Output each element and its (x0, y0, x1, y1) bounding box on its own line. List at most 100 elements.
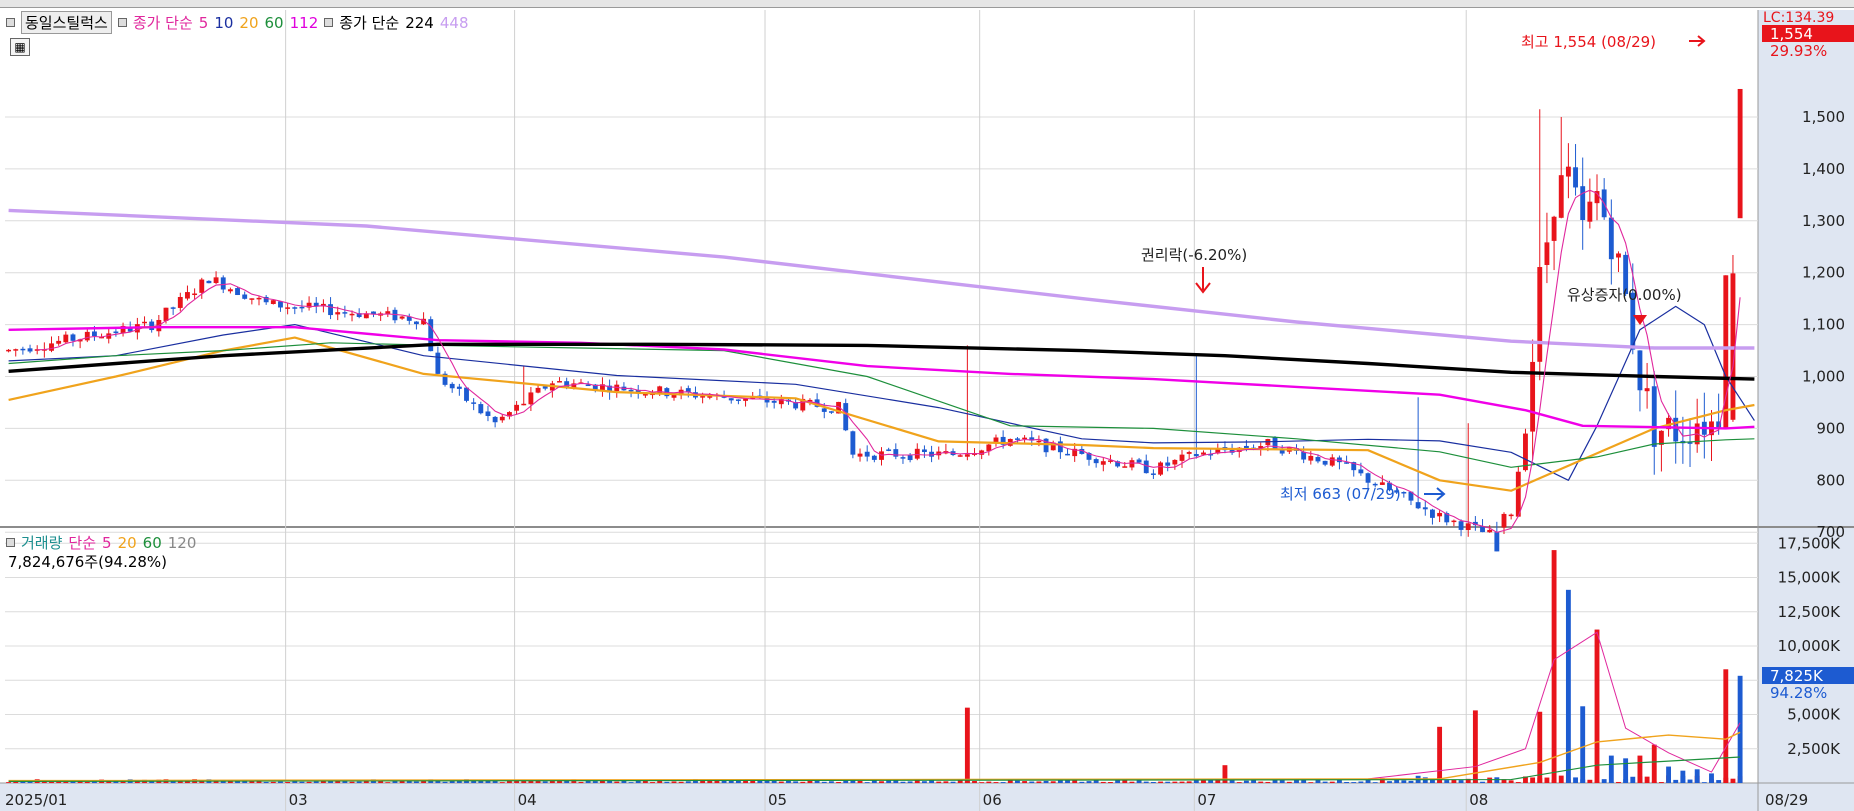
candle-body (84, 331, 90, 341)
candle-body (843, 403, 849, 431)
volume-bar (1544, 777, 1550, 783)
volume-bar (313, 781, 319, 783)
candle-body (485, 411, 491, 417)
ma-period-5: 5 (198, 13, 209, 32)
candle-body (1272, 437, 1278, 450)
volume-bar (578, 781, 584, 783)
volume-bar (1186, 781, 1192, 783)
volume-bar (1537, 711, 1543, 783)
volume-bar (1573, 777, 1578, 783)
candle-body (1143, 460, 1149, 474)
volume-bar (1701, 782, 1707, 783)
candle-body (521, 403, 527, 406)
volume-bar (63, 781, 69, 783)
volume-bar (864, 782, 870, 783)
candle-body (1616, 253, 1621, 258)
candle-body (292, 307, 298, 309)
symbol-name[interactable]: 동일스틸럭스 (21, 11, 112, 34)
legend-toggle-icon[interactable] (324, 18, 334, 27)
candle-body (449, 383, 455, 389)
legend-toggle-icon[interactable] (6, 538, 15, 547)
candle-body (249, 298, 255, 300)
candle-body (1186, 452, 1192, 454)
candle-body (1093, 459, 1099, 464)
volume-bar (442, 781, 448, 783)
volume-bar (964, 707, 970, 783)
price-legend: 동일스틸럭스 종가 단순 5 10 20 60 112 종가 단순 224 44… (6, 11, 469, 34)
volume-bar (1372, 782, 1378, 783)
candle-body (1580, 186, 1586, 220)
volume-bar (1000, 782, 1006, 783)
candle-body (1100, 461, 1106, 465)
volume-bar (972, 781, 977, 783)
candle-body (914, 448, 920, 459)
volume-bar (907, 781, 913, 783)
volume-bar (800, 781, 806, 783)
candle-body (278, 301, 283, 308)
volume-bar (778, 781, 784, 783)
volume-bar (1587, 779, 1593, 783)
volume-bar (542, 781, 548, 783)
candle-body (1551, 216, 1557, 241)
x-axis-label: 2025/01 (5, 791, 67, 809)
volume-bar (1580, 706, 1586, 783)
candle-body (199, 279, 205, 293)
volume-bar (1308, 782, 1314, 783)
candle-body (1651, 386, 1657, 447)
stock-chart[interactable]: 1,5001,4001,3001,2001,1001,0009008007001… (0, 0, 1854, 811)
grid-table-icon[interactable]: ▦ (10, 38, 30, 56)
candle-body (299, 306, 305, 309)
candle-body (1022, 437, 1028, 440)
legend-toggle-icon[interactable] (117, 18, 127, 27)
candle-body (821, 408, 827, 412)
volume-bar (1594, 629, 1600, 783)
volume-bar (1036, 781, 1042, 783)
candle-body (857, 453, 863, 457)
volume-bar (836, 781, 842, 783)
candle-body (471, 402, 477, 404)
volume-bar (1658, 782, 1664, 783)
volume-tick-label: 17,500K (1778, 534, 1841, 552)
candle-body (1322, 460, 1328, 465)
volume-bar (1673, 779, 1679, 783)
volume-bar (278, 781, 283, 783)
volume-bar (986, 781, 992, 783)
chart-background (0, 10, 1854, 811)
volume-bar (614, 781, 620, 783)
volume-bar (84, 781, 90, 783)
volume-bar (1451, 779, 1457, 783)
candle-body (1422, 507, 1428, 510)
candle-body (1150, 473, 1156, 475)
volume-tick-label: 10,000K (1778, 637, 1841, 655)
current-volume-pct: 94.28% (1770, 684, 1827, 702)
candle-body (113, 331, 119, 334)
low-price-annotation: 최저 663 (07/29) (1280, 485, 1401, 503)
volume-bar (1730, 778, 1736, 783)
volume-tick-label: 15,000K (1778, 569, 1841, 587)
candle-body (435, 352, 441, 374)
price-tick-label: 1,400 (1802, 160, 1845, 178)
volume-bar (793, 781, 799, 783)
volume-bar (1480, 781, 1485, 783)
volume-bar (1637, 755, 1643, 783)
volume-current-value: 7,824,676주(94.28%) (8, 553, 168, 571)
volume-tick-label: 2,500K (1787, 740, 1841, 758)
candle-body (163, 307, 169, 321)
candle-body (1458, 521, 1464, 530)
volume-bar (1108, 782, 1113, 783)
candle-body (771, 400, 777, 403)
volume-bar (1358, 781, 1364, 783)
volume-bar (385, 782, 391, 783)
volume-bar (857, 780, 863, 783)
candle-body (728, 398, 734, 401)
price-tick-label: 1,000 (1802, 368, 1845, 386)
volume-bar (950, 781, 956, 783)
candle-body (893, 449, 899, 457)
price-tick-label: 1,100 (1802, 316, 1845, 334)
legend-toggle-icon[interactable] (6, 18, 15, 27)
volume-bar (936, 781, 942, 783)
volume-bar (1172, 781, 1178, 783)
candle-body (1358, 469, 1364, 474)
candle-body (464, 387, 469, 401)
x-axis-label-last: 08/29 (1765, 791, 1808, 809)
